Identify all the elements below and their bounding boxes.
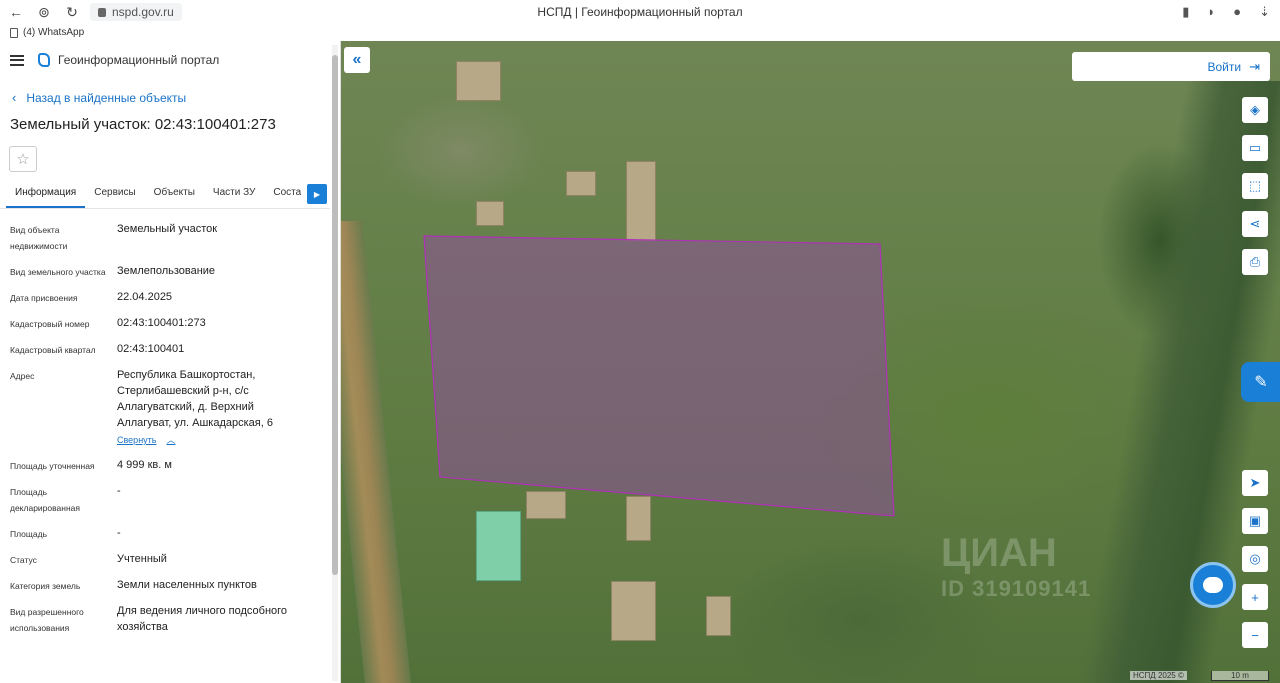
tab-info[interactable]: Информация — [6, 181, 86, 208]
copyright: НСПД 2025 © — [1130, 671, 1187, 680]
browser-toolbar: ← ⊚ ↻ nspd.gov.ru НСПД | Геоинформационн… — [0, 0, 1280, 24]
bookmark-icon[interactable]: ▮ — [1182, 4, 1189, 20]
address-bar[interactable]: nspd.gov.ru — [90, 3, 182, 21]
property-key: Площадь уточненная — [10, 461, 95, 471]
tab-bar: Информация Сервисы Объекты Части ЗУ Сост… — [0, 181, 330, 209]
chevron-left-icon: ‹ — [12, 90, 17, 105]
property-key: Площадь — [10, 529, 48, 539]
property-value: - — [117, 527, 121, 539]
chat-bubble — [1203, 577, 1223, 593]
property-value: 02:43:100401 — [117, 343, 185, 355]
page-title: Земельный участок: 02:43:100401:273 — [10, 116, 276, 133]
bookmark-doc-icon — [10, 27, 18, 38]
property-value: Земельный участок — [117, 223, 218, 235]
home-icon[interactable]: ⊚ — [36, 4, 52, 21]
property-key: Вид земельного участка — [10, 267, 106, 277]
tab-parts[interactable]: Части ЗУ — [204, 181, 264, 208]
chevron-up-icon: ︿ — [166, 435, 176, 445]
property-value: 02:43:100401:273 — [117, 317, 206, 329]
property-key: Кадастровый квартал — [10, 345, 96, 355]
scrollbar-thumb[interactable] — [332, 55, 338, 575]
info-panel: Геоинформационный портал ‹ Назад в найде… — [0, 41, 341, 683]
zoom-out-icon[interactable]: − — [1242, 622, 1268, 648]
watermark: ЦИАН ID 319109141 — [941, 531, 1091, 602]
parcel-outline[interactable] — [423, 235, 895, 517]
property-row: Кадастровый квартал 02:43:100401 — [0, 341, 340, 358]
property-row: Вид объекта недвижимости Земельный участ… — [0, 221, 340, 254]
property-value: 22.04.2025 — [117, 291, 173, 303]
menu-icon[interactable] — [10, 54, 24, 66]
back-link-label: Назад в найденные объекты — [26, 90, 187, 105]
extension-icon[interactable]: ◗ — [1207, 4, 1215, 20]
satellite-map[interactable]: ЦИАН ID 319109141 « Войти ⇥ ◈ ▭ ⬚ ⋖ ⎙ ✎ … — [341, 41, 1280, 683]
collapse-link[interactable]: Свернуть ︿ — [117, 432, 307, 448]
profile-icon[interactable]: ● — [1233, 4, 1241, 20]
property-key: Категория земель — [10, 581, 81, 591]
back-arrow-icon[interactable]: ← — [8, 4, 24, 20]
back-link[interactable]: ‹ Назад в найденные объекты — [0, 90, 340, 105]
chat-icon[interactable] — [1190, 562, 1236, 608]
watermark-id: ID 319109141 — [941, 576, 1092, 601]
parcel-polygon[interactable] — [341, 41, 1280, 683]
property-key: Вид разрешенного использования — [10, 607, 84, 633]
ruler-icon[interactable]: ▭ — [1242, 135, 1268, 161]
tab-composition[interactable]: Соста — [264, 181, 310, 208]
property-row: Адрес Республика Башкортостан, Стерлибаш… — [0, 367, 340, 448]
collapse-panel-button[interactable]: « — [344, 47, 370, 73]
bookmarks-bar: (4) WhatsApp — [0, 24, 1280, 41]
geo-search-icon[interactable]: ◎ — [1242, 546, 1268, 572]
bookmark-whatsapp[interactable]: (4) WhatsApp — [23, 27, 84, 38]
assistant-tab-icon[interactable]: ✎ — [1241, 362, 1280, 402]
property-key: Вид объекта недвижимости — [10, 225, 68, 251]
share-icon[interactable]: ⋖ — [1242, 211, 1268, 237]
watermark-text: ЦИАН — [941, 531, 1057, 575]
property-row: Площадь - — [0, 525, 340, 542]
property-row: Площадь уточненная 4 999 кв. м — [0, 457, 340, 474]
property-value: - — [117, 485, 121, 497]
portal-name: Геоинформационный портал — [58, 53, 220, 67]
lock-icon — [98, 7, 106, 17]
property-value: 4 999 кв. м — [117, 459, 172, 471]
property-row: Дата присвоения 22.04.2025 — [0, 289, 340, 306]
scale-bar: 10 m — [1211, 671, 1269, 681]
property-key: Площадь декларированная — [10, 487, 80, 513]
address-value: Республика Башкортостан, Стерлибашевский… — [117, 369, 273, 429]
property-row: Статус Учтенный — [0, 551, 340, 568]
portal-logo[interactable]: Геоинформационный портал — [38, 53, 219, 67]
tab-title: НСПД | Геоинформационный портал — [537, 5, 743, 19]
property-row: Категория земель Земли населенных пункто… — [0, 577, 340, 594]
panel-scrollbar[interactable] — [332, 45, 338, 681]
property-key: Дата присвоения — [10, 293, 78, 303]
download-icon[interactable]: ⇣ — [1259, 4, 1270, 20]
property-row: Кадастровый номер 02:43:100401:273 — [0, 315, 340, 332]
properties-list: Вид объекта недвижимости Земельный участ… — [0, 221, 340, 636]
select-area-icon[interactable]: ⬚ — [1242, 173, 1268, 199]
property-row: Вид земельного участка Землепользование — [0, 263, 340, 280]
zoom-in-icon[interactable]: + — [1242, 584, 1268, 610]
property-value: Земли населенных пунктов — [117, 579, 257, 591]
locate-icon[interactable]: ➤ — [1242, 470, 1268, 496]
tab-services[interactable]: Сервисы — [85, 181, 144, 208]
property-row: Площадь декларированная - — [0, 483, 340, 516]
favorite-star-icon[interactable]: ☆ — [9, 146, 37, 172]
property-key: Статус — [10, 555, 37, 565]
logo-icon — [38, 53, 50, 67]
property-value: Землепользование — [117, 265, 216, 277]
property-value: Учтенный — [117, 553, 167, 565]
login-button[interactable]: Войти ⇥ — [1072, 52, 1270, 81]
collapse-label: Свернуть — [117, 435, 157, 445]
reload-icon[interactable]: ↻ — [64, 4, 80, 21]
property-row: Вид разрешенного использования Для веден… — [0, 603, 340, 636]
layers-icon[interactable]: ◈ — [1242, 97, 1268, 123]
login-label: Войти — [1207, 59, 1242, 74]
tab-objects[interactable]: Объекты — [145, 181, 204, 208]
property-key: Адрес — [10, 371, 35, 381]
minimap-icon[interactable]: ▣ — [1242, 508, 1268, 534]
property-key: Кадастровый номер — [10, 319, 90, 329]
property-value: Для ведения личного подсобного хозяйства — [117, 605, 288, 633]
tabs-scroll-right-icon[interactable]: ▶ — [307, 184, 327, 204]
url-text: nspd.gov.ru — [112, 5, 174, 19]
login-arrow-icon: ⇥ — [1249, 58, 1260, 74]
print-icon[interactable]: ⎙ — [1242, 249, 1268, 275]
